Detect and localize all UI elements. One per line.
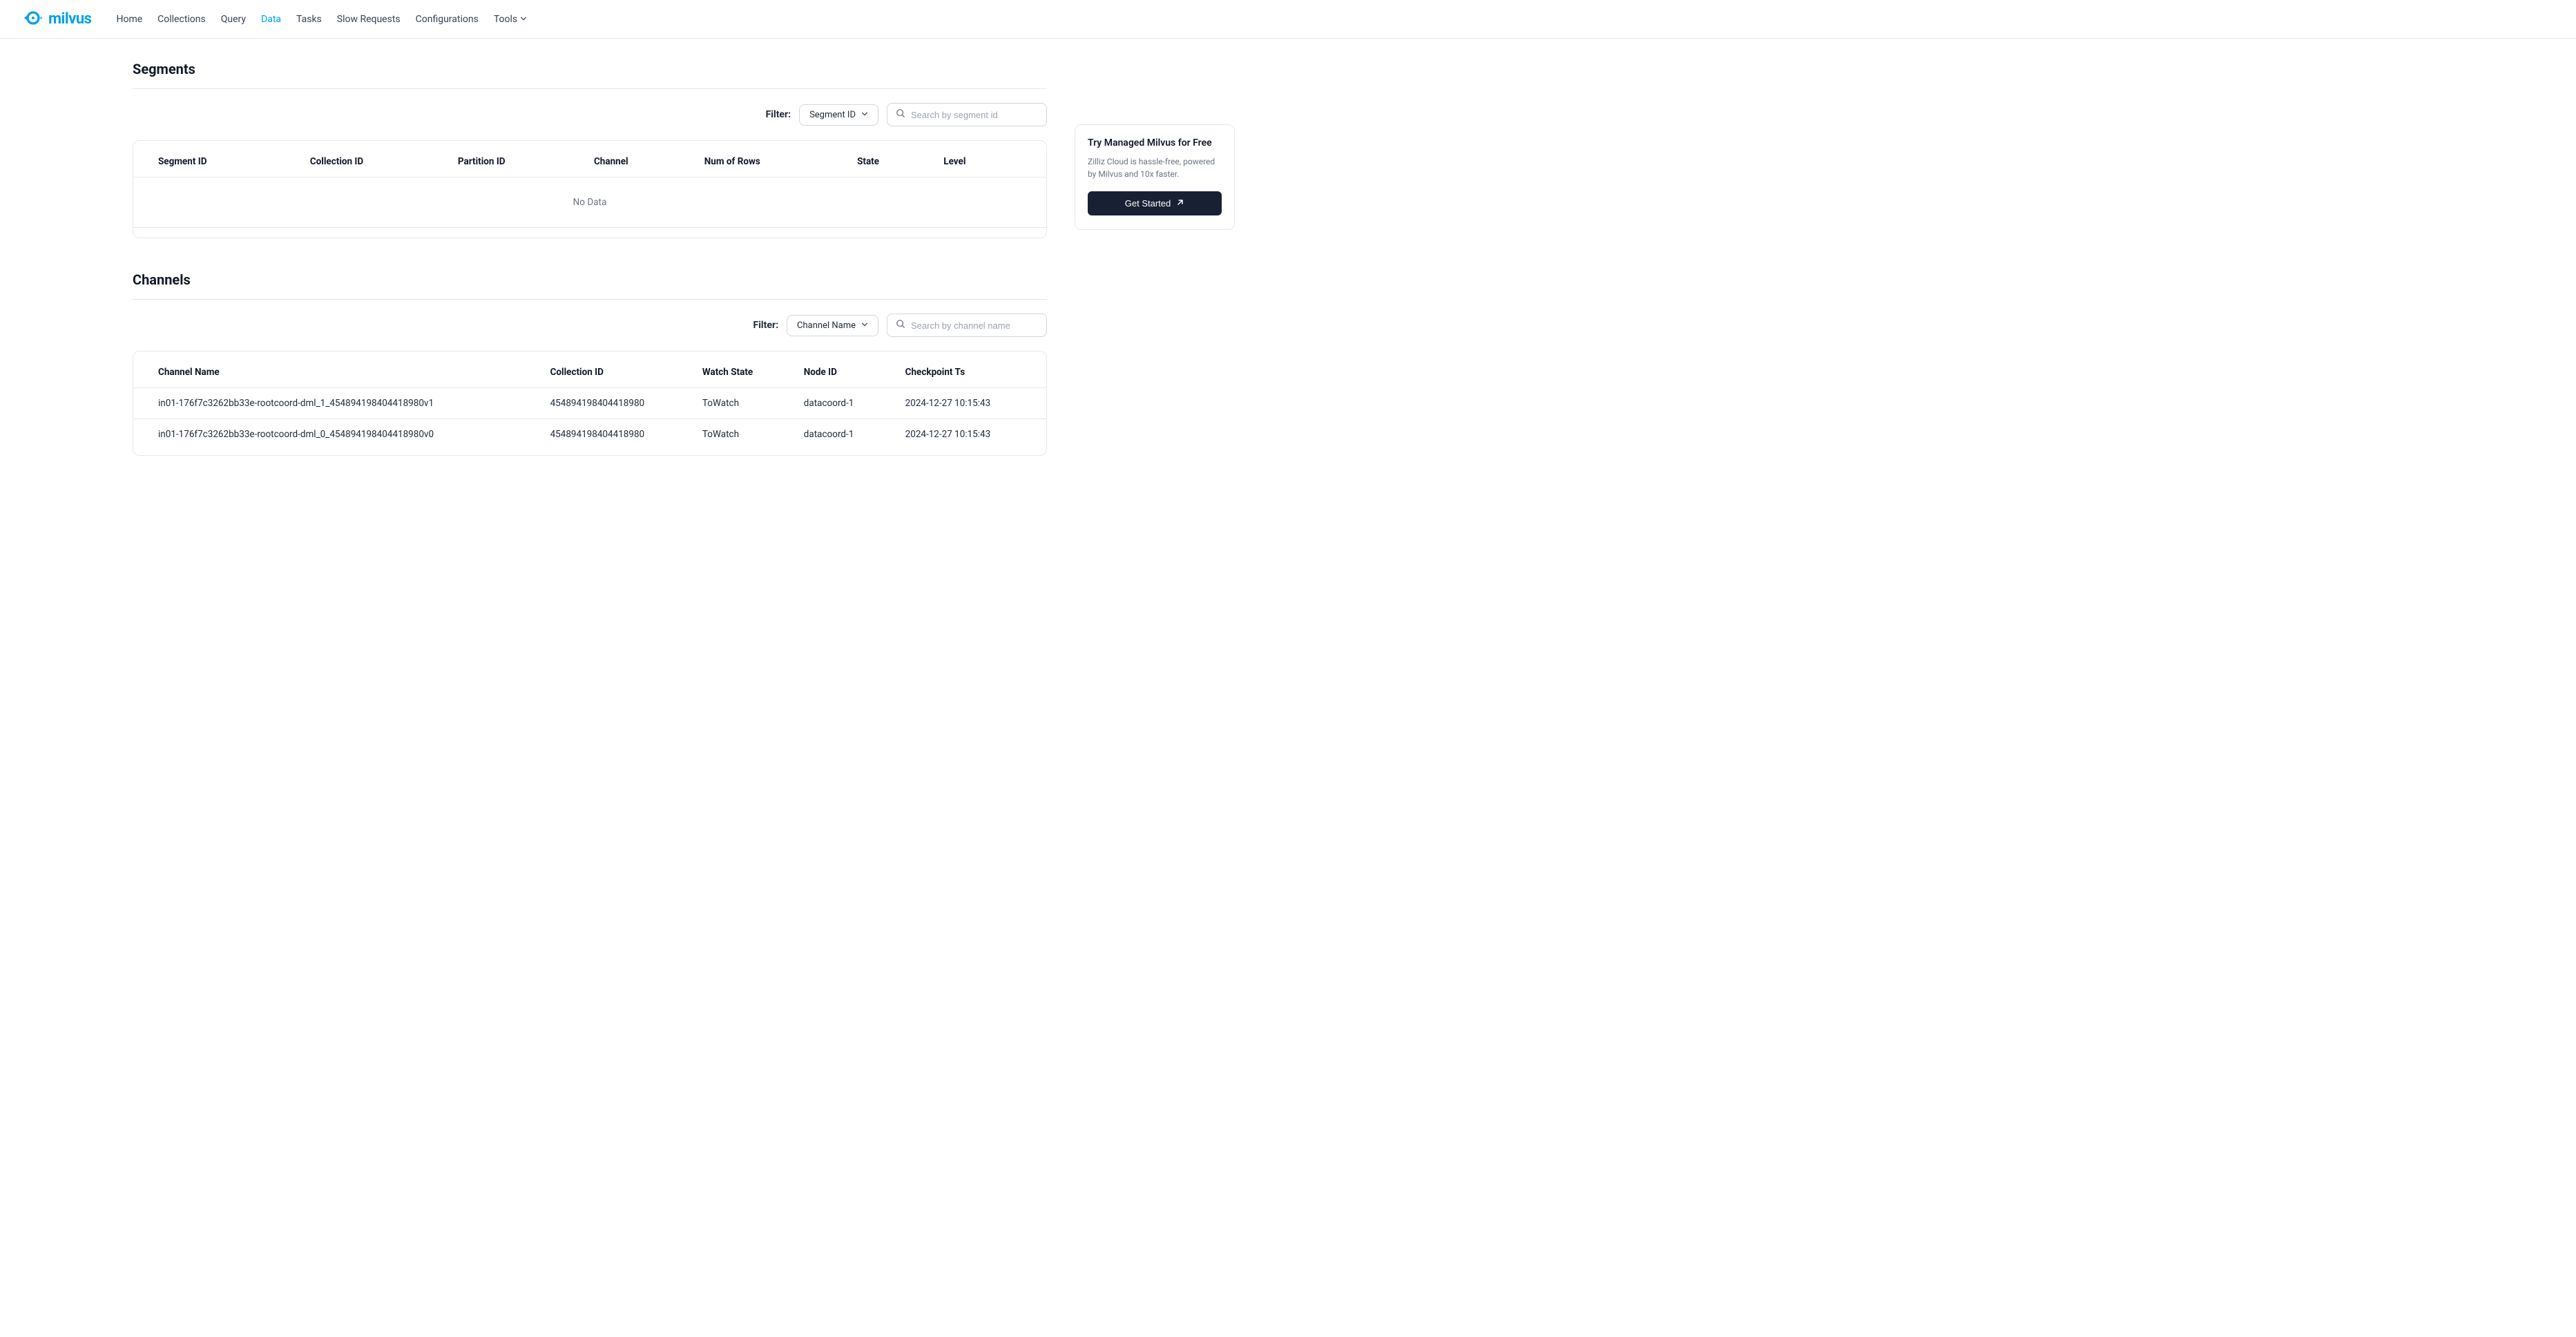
promo-title: Try Managed Milvus for Free [1088,137,1222,148]
nav-home[interactable]: Home [116,14,142,25]
promo-text: Zilliz Cloud is hassle-free, powered by … [1088,155,1222,180]
channels-table-card: Channel Name Collection ID Watch State N… [133,351,1047,456]
segments-header-row: Segment ID Collection ID Partition ID Ch… [133,146,1046,177]
chevron-down-icon [861,110,868,120]
nav-data[interactable]: Data [261,14,281,25]
cell-collection-id: 454894198404418980 [539,419,691,450]
col-watch-state: Watch State [691,357,793,388]
col-segment-id: Segment ID [133,146,299,177]
col-collection-id: Collection ID [299,146,447,177]
col-state: State [846,146,932,177]
col-level: Level [932,146,1046,177]
segments-search-input[interactable] [911,110,1038,120]
nav-tasks[interactable]: Tasks [296,14,322,25]
chevron-down-icon [520,14,527,25]
col-checkpoint-ts: Checkpoint Ts [894,357,1046,388]
cell-channel-name: in01-176f7c3262bb33e-rootcoord-dml_1_454… [133,388,539,419]
logo[interactable]: milvus [22,7,91,32]
channels-title: Channels [133,271,1047,300]
segments-filter-row: Filter: Segment ID [133,103,1047,126]
nav-items: Home Collections Query Data Tasks Slow R… [116,14,527,25]
table-row: in01-176f7c3262bb33e-rootcoord-dml_0_454… [133,419,1046,450]
col-collection-id: Collection ID [539,357,691,388]
cell-watch-state: ToWatch [691,419,793,450]
segments-filter-dropdown[interactable]: Segment ID [799,104,878,126]
no-data-text: No Data [133,177,1046,228]
cell-checkpoint-ts: 2024-12-27 10:15:43 [894,419,1046,450]
segments-filter-label: Filter: [766,109,791,120]
promo-card: Try Managed Milvus for Free Zilliz Cloud… [1075,124,1235,230]
channels-search-box[interactable] [887,314,1047,337]
nav-tools[interactable]: Tools [494,14,527,25]
col-node-id: Node ID [793,357,894,388]
channels-search-input[interactable] [911,320,1038,331]
cell-collection-id: 454894198404418980 [539,388,691,419]
col-partition-id: Partition ID [447,146,583,177]
col-num-rows: Num of Rows [693,146,846,177]
nav-query[interactable]: Query [221,14,246,25]
cell-channel-name: in01-176f7c3262bb33e-rootcoord-dml_0_454… [133,419,539,450]
segments-search-box[interactable] [887,103,1047,126]
logo-text: milvus [48,10,91,28]
top-nav: milvus Home Collections Query Data Tasks… [0,0,2576,39]
cell-checkpoint-ts: 2024-12-27 10:15:43 [894,388,1046,419]
channels-filter-dropdown-value: Channel Name [797,320,856,331]
col-channel-name: Channel Name [133,357,539,388]
channels-filter-dropdown[interactable]: Channel Name [787,315,878,336]
cell-watch-state: ToWatch [691,388,793,419]
segments-table-card: Segment ID Collection ID Partition ID Ch… [133,140,1047,238]
cell-node-id: datacoord-1 [793,419,894,450]
nav-slow-requests[interactable]: Slow Requests [337,14,401,25]
get-started-button[interactable]: Get Started [1088,191,1222,215]
arrow-up-right-icon [1176,198,1184,209]
chevron-down-icon [861,320,868,331]
col-channel: Channel [583,146,693,177]
milvus-logo-icon [22,7,44,32]
channels-header-row: Channel Name Collection ID Watch State N… [133,357,1046,388]
promo-button-label: Get Started [1125,198,1171,209]
segments-title: Segments [133,61,1047,89]
segments-table: Segment ID Collection ID Partition ID Ch… [133,146,1046,232]
nav-configurations[interactable]: Configurations [416,14,479,25]
channels-filter-label: Filter: [753,320,778,331]
segments-filter-dropdown-value: Segment ID [809,110,856,120]
search-icon [896,319,905,331]
table-row: in01-176f7c3262bb33e-rootcoord-dml_1_454… [133,388,1046,419]
channels-filter-row: Filter: Channel Name [133,314,1047,337]
search-icon [896,108,905,121]
cell-node-id: datacoord-1 [793,388,894,419]
nav-collections[interactable]: Collections [157,14,206,25]
table-spacer [133,228,1046,233]
channels-table: Channel Name Collection ID Watch State N… [133,357,1046,450]
segments-no-data-row: No Data [133,177,1046,228]
